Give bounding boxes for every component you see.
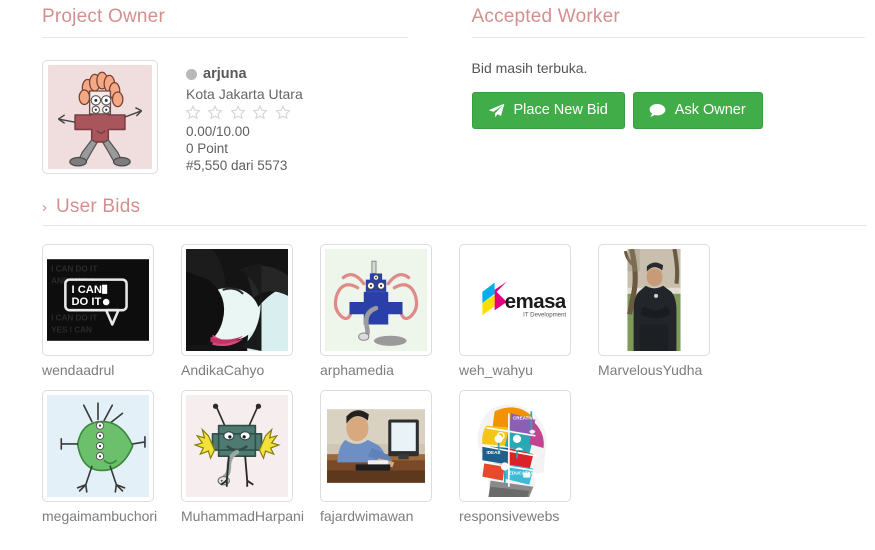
- bid-thumbnail[interactable]: [42, 390, 154, 502]
- owner-rank: #5,550 dari 5573: [186, 158, 288, 173]
- svg-text:IDEAS: IDEAS: [486, 450, 500, 455]
- svg-text:DO IT: DO IT: [71, 296, 101, 308]
- worker-action-buttons: Place New Bid Ask Owner: [471, 92, 866, 129]
- bid-username: AndikaCahyo: [181, 362, 265, 378]
- bid-username: megaimambuchori: [42, 508, 158, 524]
- place-new-bid-label: Place New Bid: [513, 102, 608, 118]
- star-icon: [230, 105, 246, 120]
- paper-plane-icon: [488, 103, 504, 118]
- photo-man-at-desk-icon: [325, 395, 427, 497]
- circle-status-icon: [186, 69, 197, 80]
- chevron-right-icon[interactable]: ›: [42, 200, 47, 215]
- identicon-monster-avatar: [48, 65, 152, 169]
- bid-thumbnail[interactable]: [598, 244, 710, 356]
- i-can-do-it-poster-icon: I CAN DO ITAND I WILL I CAN DO ITYES I C…: [47, 249, 149, 351]
- user-bids-section: › User Bids I CAN DO ITAND I WILL I CAN …: [0, 196, 875, 536]
- bid-username: MuhammadHarpani: [181, 508, 304, 524]
- bid-thumbnail[interactable]: [181, 390, 293, 502]
- bid-username: weh_wahyu: [459, 362, 533, 378]
- star-icon: [185, 105, 201, 120]
- star-icon: [252, 105, 268, 120]
- user-bids-header[interactable]: › User Bids: [42, 196, 867, 218]
- project-owner-title: Project Owner: [42, 6, 165, 27]
- owner-username[interactable]: arjuna: [203, 66, 247, 83]
- bid-status-text: Bid masih terbuka.: [471, 60, 588, 76]
- bid-card[interactable]: emasa IT Development weh_wahyu: [459, 244, 598, 379]
- bid-thumbnail[interactable]: I CAN DO ITAND I WILL I CAN DO ITYES I C…: [42, 244, 154, 356]
- bid-username: wendaadrul: [42, 362, 115, 378]
- owner-rating-value: 0.00/10.00: [186, 124, 250, 139]
- svg-text:EDUCATION: EDUCATION: [509, 471, 536, 476]
- bid-card[interactable]: fajardwimawan: [320, 390, 459, 525]
- project-bid-page: Project Owner arjuna Kota Jakarta Utara …: [0, 0, 875, 550]
- bid-card[interactable]: CREATIVE IDEAS EDUCATION responsivewebs: [459, 390, 598, 525]
- place-new-bid-button[interactable]: Place New Bid: [471, 92, 625, 129]
- identicon-blue-monster-icon: [325, 249, 427, 351]
- bid-card[interactable]: I CAN DO ITAND I WILL I CAN DO ITYES I C…: [42, 244, 181, 379]
- owner-profile: arjuna Kota Jakarta Utara 0.00/10.00 0 P…: [42, 60, 408, 174]
- bid-card[interactable]: MuhammadHarpani: [181, 390, 320, 525]
- owner-avatar[interactable]: [42, 60, 158, 174]
- bid-username: arphamedia: [320, 362, 394, 378]
- bid-username: MarvelousYudha: [598, 362, 703, 378]
- bid-card[interactable]: megaimambuchori: [42, 390, 181, 525]
- owner-location: Kota Jakarta Utara: [186, 86, 303, 102]
- portrait-photo-dark-hair-icon: [186, 249, 288, 351]
- star-icon: [275, 105, 291, 120]
- bid-thumbnail[interactable]: [181, 244, 293, 356]
- identicon-green-monster-icon: [47, 395, 149, 497]
- user-bids-divider: [42, 225, 867, 226]
- accepted-worker-divider: [471, 37, 865, 38]
- owner-details: arjuna Kota Jakarta Utara 0.00/10.00 0 P…: [185, 60, 303, 174]
- bid-thumbnail[interactable]: [320, 390, 432, 502]
- bid-username: fajardwimawan: [320, 508, 414, 524]
- bid-card[interactable]: arphamedia: [320, 244, 459, 379]
- comment-icon: [649, 104, 666, 117]
- svg-text:I CAN: I CAN: [71, 284, 102, 296]
- accepted-worker-title: Accepted Worker: [471, 6, 620, 27]
- owner-name-row: arjuna: [186, 66, 303, 83]
- bid-thumbnail[interactable]: [320, 244, 432, 356]
- svg-text:emasa: emasa: [505, 291, 566, 313]
- star-icon: [207, 105, 224, 120]
- portrait-photo-outdoors-icon: [603, 249, 705, 351]
- ask-owner-label: Ask Owner: [674, 102, 746, 118]
- svg-text:YES I CAN: YES I CAN: [51, 326, 92, 335]
- svg-text:I CAN DO IT: I CAN DO IT: [51, 313, 97, 322]
- bid-card[interactable]: AndikaCahyo: [181, 244, 320, 379]
- emasa-development-logo-icon: emasa IT Development: [464, 249, 566, 351]
- bid-card[interactable]: MarvelousYudha: [598, 244, 737, 379]
- svg-text:CREATIVE: CREATIVE: [513, 415, 536, 420]
- user-bids-title: User Bids: [56, 196, 141, 217]
- project-owner-divider: [42, 37, 408, 38]
- ask-owner-button[interactable]: Ask Owner: [632, 92, 763, 129]
- bid-thumbnail[interactable]: CREATIVE IDEAS EDUCATION: [459, 390, 571, 502]
- puzzle-head-infographic-icon: CREATIVE IDEAS EDUCATION: [464, 395, 566, 497]
- owner-points: 0 Point: [186, 141, 229, 156]
- bid-username: responsivewebs: [459, 508, 560, 524]
- svg-text:I CAN DO IT: I CAN DO IT: [51, 264, 97, 273]
- owner-star-rating: [185, 105, 303, 120]
- project-owner-column: Project Owner arjuna Kota Jakarta Utara …: [0, 6, 438, 174]
- bid-thumbnail[interactable]: emasa IT Development: [459, 244, 571, 356]
- top-sections: Project Owner arjuna Kota Jakarta Utara …: [0, 0, 875, 174]
- accepted-worker-column: Accepted Worker Bid masih terbuka. Place…: [438, 6, 875, 174]
- user-bids-grid: I CAN DO ITAND I WILL I CAN DO ITYES I C…: [42, 244, 867, 536]
- identicon-teal-monster-icon: [186, 395, 288, 497]
- svg-text:IT Development: IT Development: [523, 311, 566, 318]
